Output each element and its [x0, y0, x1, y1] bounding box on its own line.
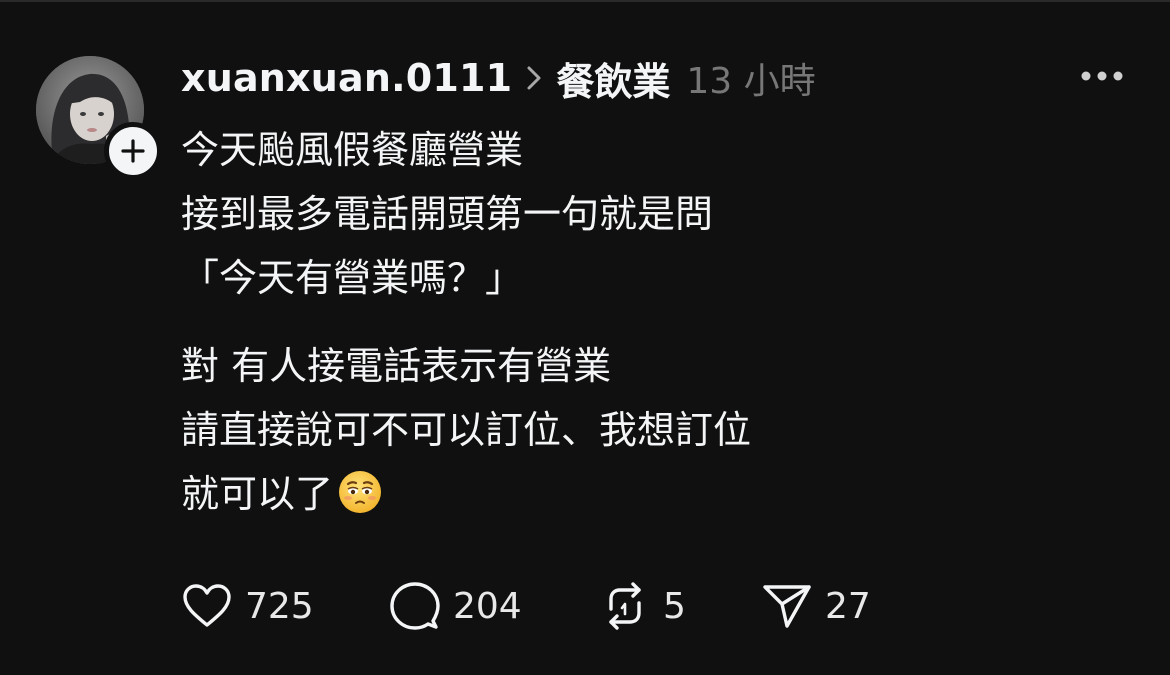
pleading-face-emoji-icon: [337, 469, 383, 534]
comment-bubble-icon: [389, 581, 441, 631]
comment-count: 204: [453, 585, 522, 627]
text-line: 「今天有營業嗎？」: [181, 256, 524, 300]
more-horizontal-icon: [1081, 71, 1123, 81]
repost-button[interactable]: 5: [599, 581, 761, 631]
comment-button[interactable]: 204: [389, 581, 599, 631]
share-button[interactable]: 27: [761, 582, 871, 630]
text-line: 今天颱風假餐廳營業: [181, 128, 524, 172]
like-count: 725: [245, 585, 314, 627]
repost-count: 5: [663, 585, 686, 627]
heart-icon: [181, 583, 233, 629]
topic-tag[interactable]: 餐飲業: [556, 51, 670, 106]
more-options-button[interactable]: [1078, 62, 1126, 90]
follow-button[interactable]: [104, 122, 162, 180]
send-icon: [761, 582, 813, 630]
post-header: xuanxuan.0111 餐飲業 13 小時: [181, 50, 816, 106]
paragraph-1: 今天颱風假餐廳營業 接到最多電話開頭第一句就是問 「今天有營業嗎？」: [181, 118, 1081, 310]
share-count: 27: [825, 585, 871, 627]
like-button[interactable]: 725: [181, 583, 389, 629]
chevron-right-icon: [526, 65, 542, 91]
avatar-container[interactable]: [36, 56, 162, 180]
text-line: 對 有人接電話表示有營業: [181, 344, 612, 388]
username[interactable]: xuanxuan.0111: [181, 56, 512, 100]
top-divider: [0, 0, 1170, 2]
text-line: 請直接說可不可以訂位、我想訂位: [181, 408, 752, 452]
text-line: 接到最多電話開頭第一句就是問: [181, 192, 714, 236]
text-line-with-emoji: 就可以了: [181, 462, 1081, 534]
post-body: 今天颱風假餐廳營業 接到最多電話開頭第一句就是問 「今天有營業嗎？」 對 有人接…: [181, 118, 1081, 534]
plus-icon: [121, 139, 145, 163]
post-actions: 725 204 5 27: [181, 580, 871, 632]
post-timestamp: 13 小時: [686, 61, 816, 102]
paragraph-2: 對 有人接電話表示有營業 請直接說可不可以訂位、我想訂位 就可以了: [181, 334, 1081, 534]
repost-icon: [599, 581, 651, 631]
text-fragment: 就可以了: [181, 472, 334, 516]
